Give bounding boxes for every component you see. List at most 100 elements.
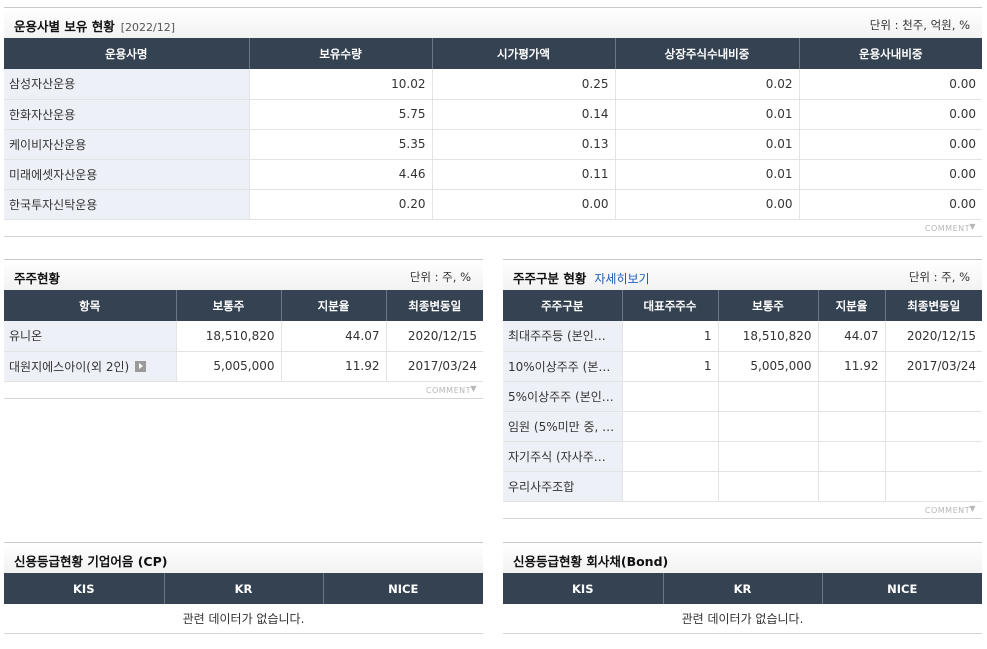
shareholder-name: 대원지에스아이(외 2인) (4, 351, 177, 382)
panel-title: 신용등급현황 기업어음 (CP) (14, 554, 168, 569)
cell (818, 441, 886, 472)
comment-toggle[interactable]: COMMENT ▼ (4, 220, 982, 237)
shareholder-name: 유니온 (4, 321, 177, 352)
shareholders-panel: 주주현황 단위 : 주, % 항목 보통주 지분율 최종변동일 유니온 18,51… (4, 259, 483, 399)
cell (718, 441, 819, 472)
column-header-listed-ratio: 상장주식수내비중 (615, 38, 800, 69)
column-header-item: 항목 (4, 290, 177, 321)
holder-type-name: 우리사주조합 (503, 471, 623, 502)
holder-type-name: 5%이상주주 (본인… (503, 381, 623, 412)
shareholders-table: 항목 보통주 지분율 최종변동일 유니온 18,510,820 44.07 2020/… (4, 290, 483, 382)
cell (818, 471, 886, 502)
column-header-manager: 운용사명 (4, 38, 250, 69)
column-header-common-shares: 보통주 (718, 290, 819, 321)
panel-header: 주주현황 단위 : 주, % (4, 259, 483, 290)
cell: 1 (622, 351, 719, 382)
table-row: 자기주식 (자사주… (503, 441, 982, 472)
report-date: [2022/12] (120, 21, 175, 34)
cell: 2017/03/24 (885, 351, 982, 382)
credit-rating-bond-table: KIS KR NICE (503, 573, 982, 604)
cell (718, 471, 819, 502)
cell: 0.00 (799, 69, 982, 100)
column-header-rep-count: 대표주주수 (622, 290, 719, 321)
cell: 0.01 (615, 129, 800, 160)
detail-popup-icon[interactable] (135, 360, 147, 372)
cell (885, 411, 982, 442)
unit-label: 단위 : 주, % (908, 270, 970, 284)
cell: 0.00 (799, 129, 982, 160)
comment-toggle[interactable]: COMMENT ▼ (503, 502, 982, 519)
table-row: 삼성자산운용 10.02 0.25 0.02 0.00 (4, 69, 982, 100)
unit-label: 단위 : 주, % (409, 270, 471, 284)
cell: 0.00 (799, 159, 982, 190)
cell (885, 441, 982, 472)
column-header-nice: NICE (323, 573, 483, 604)
holder-type-name: 임원 (5%미만 중, … (503, 411, 623, 442)
cell (622, 411, 719, 442)
credit-rating-bond-panel: 신용등급현황 회사채(Bond) KIS KR NICE 관련 데이터가 없습니… (503, 542, 982, 634)
shareholder-type-panel: 주주구분 현황 자세히보기 단위 : 주, % 주주구분 대표주주수 보통주 지분… (503, 259, 982, 519)
column-header-kis: KIS (503, 573, 664, 604)
manager-name: 케이비자산운용 (4, 129, 250, 160)
cell (818, 411, 886, 442)
table-row: 미래에셋자산운용 4.46 0.11 0.01 0.00 (4, 159, 982, 190)
cell: 5.35 (249, 129, 433, 160)
panel-header: 신용등급현황 회사채(Bond) (503, 542, 982, 573)
column-header-kr: KR (663, 573, 823, 604)
cell: 0.20 (249, 189, 433, 220)
table-row: 케이비자산운용 5.35 0.13 0.01 0.00 (4, 129, 982, 160)
panel-title: 신용등급현황 회사채(Bond) (513, 554, 669, 569)
unit-label: 단위 : 천주, 억원, % (869, 18, 970, 32)
table-row: 최대주주등 (본인… 1 18,510,820 44.07 2020/12/15 (503, 321, 982, 352)
column-header-nice: NICE (822, 573, 982, 604)
comment-label: COMMENT ▼ (924, 503, 976, 515)
manager-name: 미래에셋자산운용 (4, 159, 250, 190)
cell: 10.02 (249, 69, 433, 100)
cell (622, 381, 719, 412)
cell: 11.92 (818, 351, 886, 382)
comment-toggle[interactable]: COMMENT ▼ (4, 382, 483, 399)
detail-link[interactable]: 자세히보기 (594, 272, 649, 286)
column-header-quantity: 보유수량 (249, 38, 433, 69)
cell: 0.00 (799, 99, 982, 130)
panel-header: 신용등급현황 기업어음 (CP) (4, 542, 483, 573)
table-row: 유니온 18,510,820 44.07 2020/12/15 (4, 321, 483, 352)
column-header-type: 주주구분 (503, 290, 623, 321)
cell (885, 381, 982, 412)
credit-rating-cp-panel: 신용등급현황 기업어음 (CP) KIS KR NICE 관련 데이터가 없습니… (4, 542, 483, 634)
column-header-common-shares: 보통주 (176, 290, 282, 321)
manager-name: 한국투자신탁운용 (4, 189, 250, 220)
empty-message: 관련 데이터가 없습니다. (503, 604, 982, 634)
column-header-stake: 지분율 (818, 290, 886, 321)
holder-type-name: 최대주주등 (본인… (503, 321, 623, 352)
table-row: 임원 (5%미만 중, … (503, 411, 982, 442)
cell: 2020/12/15 (386, 321, 483, 352)
table-row: 한화자산운용 5.75 0.14 0.01 0.00 (4, 99, 982, 130)
cell: 0.02 (615, 69, 800, 100)
cell: 2017/03/24 (386, 351, 483, 382)
panel-header: 운용사별 보유 현황 [2022/12] 단위 : 천주, 억원, % (4, 7, 982, 38)
manager-name: 한화자산운용 (4, 99, 250, 130)
cell: 44.07 (818, 321, 886, 352)
shareholder-type-table: 주주구분 대표주주수 보통주 지분율 최종변동일 최대주주등 (본인… 1 18,5… (503, 290, 982, 502)
empty-message: 관련 데이터가 없습니다. (4, 604, 483, 634)
cell (622, 441, 719, 472)
cell: 0.14 (432, 99, 616, 130)
table-row: 대원지에스아이(외 2인) 5,005,000 11.92 2017/03/24 (4, 351, 483, 382)
cell: 44.07 (281, 321, 387, 352)
cell: 4.46 (249, 159, 433, 190)
manager-name: 삼성자산운용 (4, 69, 250, 100)
cell: 2020/12/15 (885, 321, 982, 352)
cell: 0.01 (615, 159, 800, 190)
cell: 1 (622, 321, 719, 352)
holder-type-name: 10%이상주주 (본… (503, 351, 623, 382)
panel-title: 주주현황 (14, 271, 61, 286)
fund-manager-table: 운용사명 보유수량 시가평가액 상장주식수내비중 운용사내비중 삼성자산운용 10… (4, 38, 982, 220)
table-row: 10%이상주주 (본… 1 5,005,000 11.92 2017/03/24 (503, 351, 982, 382)
cell: 5,005,000 (718, 351, 819, 382)
column-header-last-change: 최종변동일 (386, 290, 483, 321)
cell (622, 471, 719, 502)
table-row: 5%이상주주 (본인… (503, 381, 982, 412)
cell: 5.75 (249, 99, 433, 130)
comment-label: COMMENT ▼ (924, 221, 976, 233)
